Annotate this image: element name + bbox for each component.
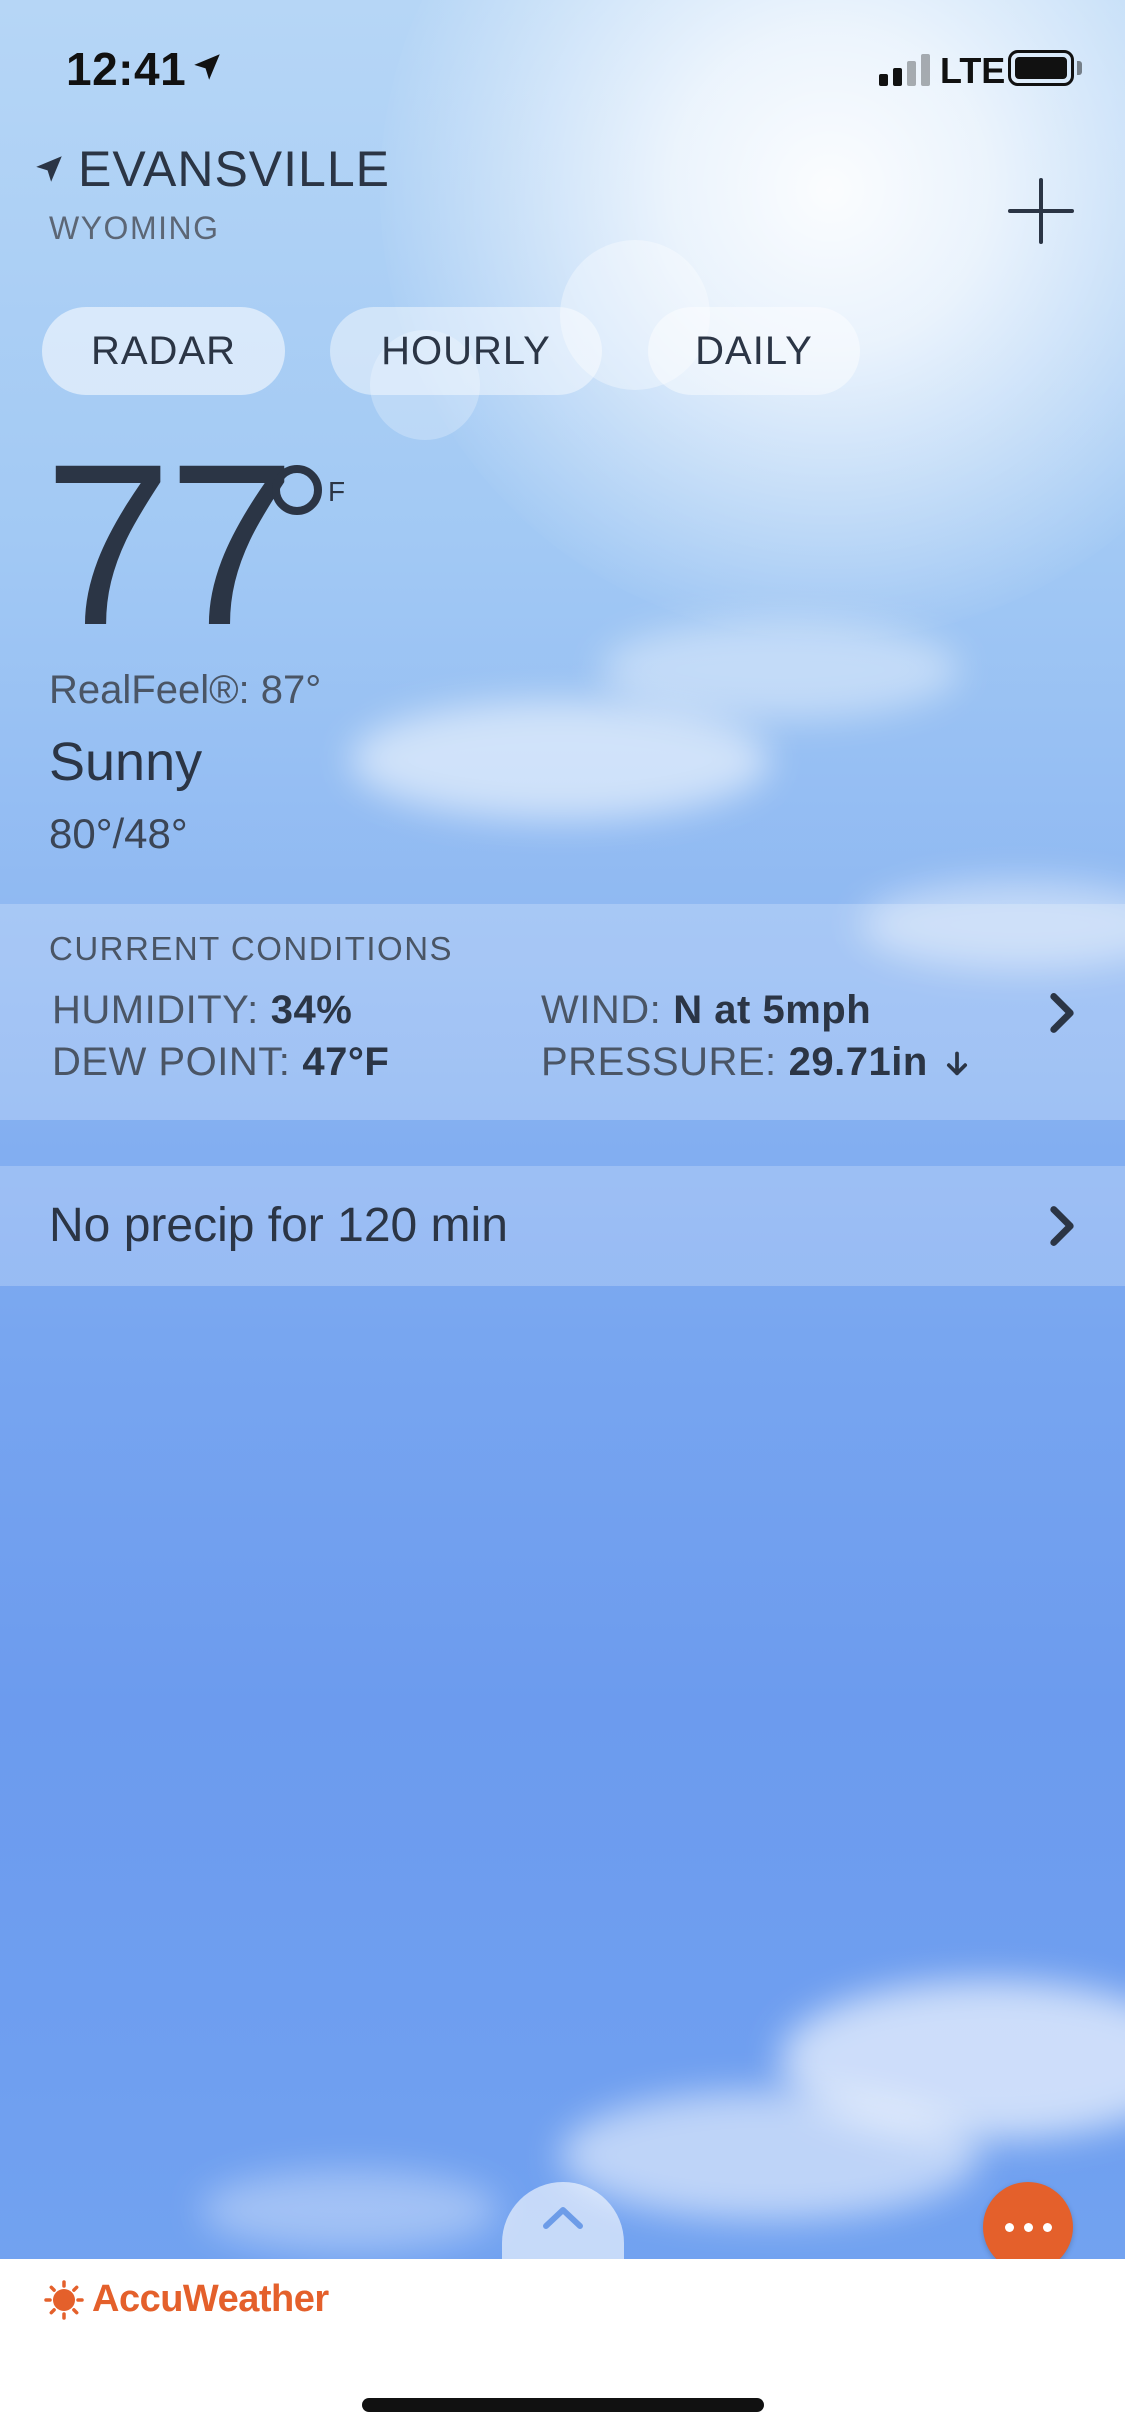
temperature-unit: F (328, 476, 346, 507)
state-name: WYOMING (49, 210, 220, 246)
dew-point-value: 47°F (302, 1040, 390, 1084)
status-time: 12:41 (66, 43, 187, 95)
accuweather-sun-icon (44, 2279, 84, 2320)
plus-icon[interactable] (1004, 174, 1078, 248)
dew-point-row: DEW POINT: 47°F (52, 1040, 389, 1085)
dew-point-label: DEW POINT: (52, 1040, 291, 1084)
wind-label: WIND: (541, 988, 662, 1032)
tab-radar[interactable]: RADAR (42, 307, 285, 395)
arrow-down-icon (947, 1051, 968, 1076)
navigation-arrow-icon (36, 156, 62, 182)
home-indicator[interactable] (362, 2398, 764, 2412)
wind-row: WIND: N at 5mph (541, 988, 871, 1033)
high-low-temperature: 80°/48° (49, 810, 188, 857)
realfeel-temperature: RealFeel®: 87° (49, 668, 322, 712)
chevron-right-icon[interactable] (1045, 1204, 1079, 1248)
chevron-right-icon[interactable] (1045, 991, 1079, 1035)
more-dots-icon (1004, 2222, 1014, 2232)
location-arrow-icon (194, 54, 220, 80)
battery-icon (1008, 50, 1074, 86)
brand-name: AccuWeather (92, 2278, 329, 2320)
pressure-row: PRESSURE: 29.71in (541, 1040, 971, 1085)
degree-symbol (272, 465, 322, 515)
chevron-up-icon (543, 2207, 583, 2229)
humidity-value: 34% (270, 988, 353, 1032)
precip-forecast-text: No precip for 120 min (49, 1199, 508, 1252)
tab-hourly[interactable]: HOURLY (330, 307, 602, 395)
weather-phrase: Sunny (49, 732, 203, 792)
accuweather-brand[interactable]: AccuWeather (44, 2278, 329, 2321)
network-type: LTE (940, 50, 1006, 91)
current-temperature: 77 (44, 416, 296, 673)
status-bar: 12:41 LTE (0, 0, 1125, 135)
city-name: EVANSVILLE (78, 141, 391, 197)
wind-value: N at 5mph (673, 988, 872, 1032)
humidity-label: HUMIDITY: (52, 988, 259, 1032)
tab-daily[interactable]: DAILY (648, 307, 860, 395)
pressure-label: PRESSURE: (541, 1040, 777, 1084)
location-header[interactable]: EVANSVILLE (32, 140, 390, 198)
current-conditions-title: CURRENT CONDITIONS (49, 930, 454, 967)
humidity-row: HUMIDITY: 34% (52, 988, 352, 1033)
pressure-value: 29.71in (788, 1040, 928, 1084)
signal-icon (879, 52, 930, 86)
